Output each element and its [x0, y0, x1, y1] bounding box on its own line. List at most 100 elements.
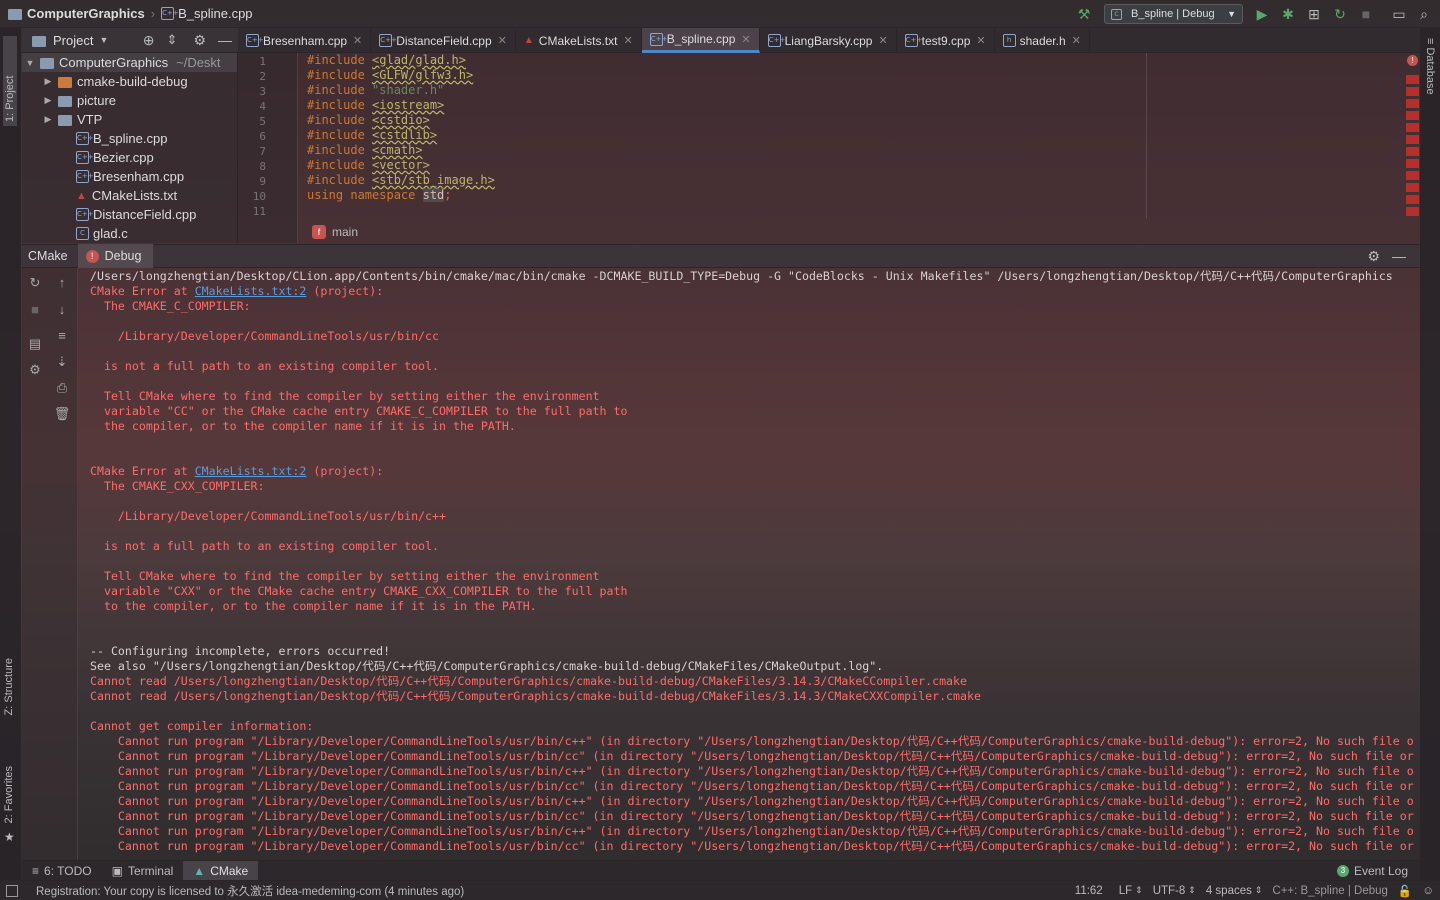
error-mark[interactable]	[1406, 87, 1419, 96]
error-mark[interactable]	[1406, 171, 1419, 180]
chevron-right-icon[interactable]: ▶	[42, 76, 54, 87]
editor-tab[interactable]: C++ DistanceField.cpp ✕	[371, 28, 516, 53]
chevron-right-icon[interactable]: ▶	[42, 95, 54, 106]
project-panel-title[interactable]: Project	[53, 33, 93, 48]
console-link[interactable]: CMakeLists.txt:2	[195, 464, 307, 478]
editor-tab[interactable]: C++ LiangBarsky.cpp ✕	[760, 28, 897, 53]
error-stripe[interactable]: !	[1405, 53, 1420, 219]
bottom-tab[interactable]: ▲ CMake	[183, 860, 259, 881]
toggle-tool-windows-icon[interactable]	[6, 884, 18, 897]
run-configuration-select[interactable]: C B_spline | Debug ▼	[1104, 4, 1243, 24]
gear-icon[interactable]: ⚙	[193, 32, 206, 49]
editor-tab[interactable]: C++ Bresenham.cpp ✕	[238, 28, 372, 53]
scroll-to-end-icon[interactable]: ⇣	[53, 353, 71, 371]
chevron-down-icon[interactable]: ▼	[99, 35, 108, 45]
chevron-down-icon[interactable]: ▼	[24, 58, 36, 68]
error-mark[interactable]	[1406, 159, 1419, 168]
cpp-file-icon: C++	[76, 151, 94, 164]
resolve-context[interactable]: C++: B_spline | Debug	[1272, 885, 1388, 897]
run-icon[interactable]: ▶	[1253, 5, 1271, 23]
error-mark[interactable]	[1406, 207, 1419, 216]
bottom-tab[interactable]: ≡ 6: TODO	[22, 861, 102, 881]
trash-icon[interactable]: 🗑	[53, 405, 71, 423]
stop-icon[interactable]: ■	[26, 301, 44, 319]
chevron-right-icon[interactable]: ▶	[42, 114, 54, 125]
arrow-down-icon[interactable]: ↓	[53, 301, 71, 319]
line-separator[interactable]: LF	[1119, 885, 1132, 897]
tree-item[interactable]: C++ B_spline.cpp	[22, 129, 237, 148]
arrow-up-icon[interactable]: ↑	[53, 274, 71, 292]
error-mark[interactable]	[1406, 195, 1419, 204]
tool-window-structure[interactable]: Z: Structure	[3, 658, 15, 715]
editor-tab[interactable]: h shader.h ✕	[995, 28, 1090, 53]
minimize-icon[interactable]: —	[218, 32, 232, 48]
breadcrumb-project[interactable]: ComputerGraphics	[27, 6, 145, 21]
file-encoding[interactable]: UTF-8	[1153, 885, 1186, 897]
error-mark[interactable]	[1406, 147, 1419, 156]
close-icon[interactable]: ✕	[623, 34, 632, 47]
print-icon[interactable]: ⎙	[53, 379, 71, 397]
editor-tab[interactable]: C++ B_spline.cpp ✕	[641, 28, 760, 53]
reload-icon[interactable]: ↻	[26, 274, 44, 292]
console-link[interactable]: CMakeLists.txt:2	[195, 284, 307, 298]
search-everywhere-icon[interactable]: ⌕	[1415, 5, 1433, 23]
code-breadcrumb-function[interactable]: main	[332, 225, 358, 239]
error-mark[interactable]	[1406, 183, 1419, 192]
caret-position[interactable]: 11:62	[1075, 885, 1103, 897]
collapse-all-icon[interactable]: ⇕	[167, 32, 178, 48]
build-hammer-icon[interactable]: ⚒	[1075, 5, 1093, 23]
error-mark[interactable]	[1406, 99, 1419, 108]
console-text: Tell CMake where to find the compiler by…	[90, 389, 600, 403]
stop-icon[interactable]: ■	[1357, 5, 1375, 23]
tree-item[interactable]: C++ Bezier.cpp	[22, 148, 237, 167]
breadcrumb-file[interactable]: B_spline.cpp	[178, 6, 252, 21]
debug-bug-icon[interactable]: ✱	[1279, 5, 1297, 23]
error-mark[interactable]	[1406, 123, 1419, 132]
tree-item[interactable]: ▲ CMakeLists.txt	[22, 186, 237, 205]
gear-icon[interactable]: ⚙	[1367, 248, 1380, 265]
tree-item[interactable]: ▶ picture	[22, 91, 237, 110]
code-editor[interactable]: #include <glad/glad.h> #include <GLFW/glf…	[298, 53, 1405, 219]
run-with-coverage-icon[interactable]: ⊞	[1305, 5, 1323, 23]
tree-item[interactable]: ▶ cmake-build-debug	[22, 72, 237, 91]
cmake-config-tab[interactable]: ! Debug	[77, 244, 154, 268]
tool-window-database[interactable]: ≡ Database	[1424, 38, 1436, 95]
code-argument: "shader.h"	[372, 83, 445, 97]
tree-item[interactable]: Cglad.c	[22, 224, 237, 243]
close-icon[interactable]: ✕	[878, 34, 887, 47]
tree-root[interactable]: ▼ ComputerGraphics ~/Deskt	[22, 53, 237, 72]
soft-wrap-icon[interactable]: ≡	[53, 327, 71, 345]
project-structure-icon[interactable]: ▭	[1390, 5, 1408, 23]
profile-icon[interactable]: ↻	[1331, 5, 1349, 23]
close-icon[interactable]: ✕	[1072, 34, 1081, 47]
close-icon[interactable]: ✕	[353, 34, 362, 47]
tree-item[interactable]: C++ Bresenham.cpp	[22, 167, 237, 186]
editor-tab[interactable]: ▲ CMakeLists.txt ✕	[516, 28, 642, 53]
tool-window-project[interactable]: 1: Project	[3, 36, 17, 126]
minimize-icon[interactable]: —	[1392, 248, 1406, 264]
status-message[interactable]: Registration: Your copy is licensed to 永…	[36, 883, 464, 899]
cmake-cache-icon[interactable]: ▤	[26, 335, 44, 353]
tool-window-favorites[interactable]: 2: Favorites	[3, 766, 15, 823]
editor-tab-label: Bresenham.cpp	[263, 33, 348, 48]
error-mark[interactable]	[1406, 135, 1419, 144]
close-icon[interactable]: ✕	[741, 33, 750, 46]
tree-item[interactable]: ▶ VTP	[22, 110, 237, 129]
error-mark[interactable]	[1406, 111, 1419, 120]
indent-setting[interactable]: 4 spaces	[1206, 885, 1252, 897]
close-icon[interactable]: ✕	[976, 34, 985, 47]
event-log-button[interactable]: 3 Event Log	[1336, 864, 1408, 878]
cmake-console[interactable]: /Users/longzhengtian/Desktop/CLion.app/C…	[78, 268, 1420, 860]
code-line: #include "shader.h"	[307, 83, 444, 97]
editor-tab[interactable]: C++ test9.cpp ✕	[897, 28, 995, 53]
lock-icon[interactable]: 🔓	[1398, 884, 1412, 898]
tree-item-label: picture	[77, 93, 117, 108]
error-mark[interactable]	[1406, 75, 1419, 84]
inspector-icon[interactable]: ☺	[1422, 885, 1434, 897]
settings-icon[interactable]: ⚙	[26, 361, 44, 379]
bottom-tab[interactable]: ▣ Terminal	[102, 861, 184, 881]
error-indicator-icon[interactable]: !	[1407, 55, 1418, 66]
tree-item[interactable]: C++ DistanceField.cpp	[22, 205, 237, 224]
close-icon[interactable]: ✕	[498, 34, 507, 47]
locate-target-icon[interactable]: ⊕	[143, 32, 155, 49]
